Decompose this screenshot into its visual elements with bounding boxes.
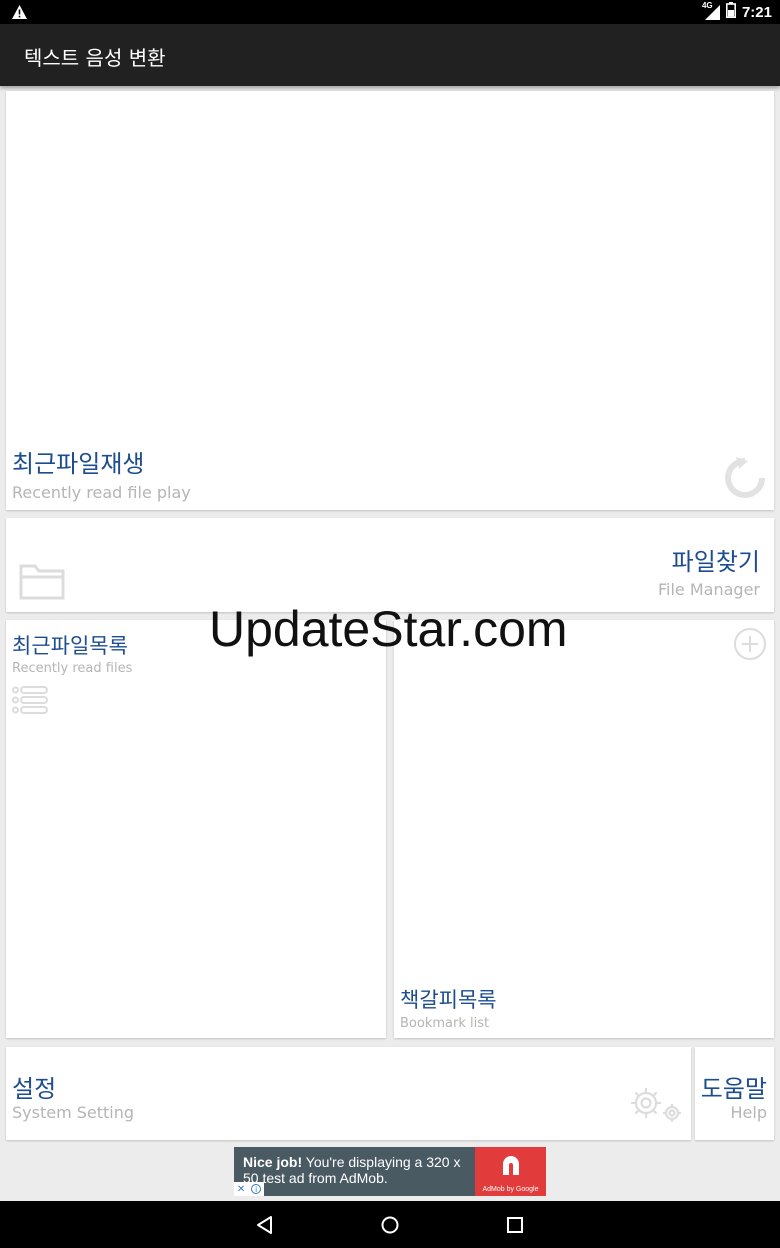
ad-message-bold: Nice job! [243,1154,303,1170]
battery-icon [725,2,736,22]
home-icon[interactable] [374,1209,406,1241]
ad-info-icon[interactable]: i [251,1184,262,1194]
recent-play-subtitle: Recently read file play [12,483,191,502]
list-icon [12,686,48,718]
recent-files-subtitle: Recently read files [12,661,133,676]
recent-files-title: 최근파일목록 [12,634,128,658]
status-bar: 4G 7:21 [0,0,780,24]
settings-card[interactable]: 설정 System Setting [6,1047,691,1140]
clock: 7:21 [741,3,772,21]
recent-play-card[interactable]: 최근파일재생 Recently read file play [6,91,774,510]
gear-icon [628,1085,686,1129]
ad-banner[interactable]: Nice job! You're displaying a 320 x 50 t… [234,1147,546,1196]
add-circle-icon[interactable] [733,627,767,665]
help-title: 도움말 [700,1075,767,1103]
recents-icon[interactable] [499,1209,531,1241]
ad-close-icon[interactable]: ✕ [237,1184,245,1195]
file-manager-title: 파일찾기 [671,548,760,576]
bookmarks-subtitle: Bookmark list [400,1016,490,1031]
recent-files-card[interactable]: 최근파일목록 Recently read files [6,620,386,1038]
file-manager-card[interactable]: 파일찾기 File Manager [6,518,774,612]
admob-logo-icon [499,1153,523,1181]
watermark-text: UpdateStar.com [209,601,568,657]
bookmarks-card[interactable]: 책갈피목록 Bookmark list [394,620,774,1038]
network-type: 4G [701,1,713,10]
file-manager-subtitle: File Manager [658,580,760,599]
back-icon[interactable] [249,1209,281,1241]
admob-logo: AdMob by Google [475,1147,546,1196]
navigation-bar [0,1201,780,1248]
help-subtitle: Help [730,1103,767,1122]
refresh-icon [722,455,768,505]
ad-message: Nice job! You're displaying a 320 x 50 t… [243,1154,475,1186]
settings-subtitle: System Setting [12,1103,135,1122]
help-card[interactable]: 도움말 Help [695,1047,774,1140]
settings-title: 설정 [12,1075,57,1103]
folder-icon [19,560,65,604]
bookmarks-title: 책갈피목록 [400,988,497,1012]
admob-brand: AdMob by Google [482,1186,539,1193]
cell-signal-icon: 4G [701,1,720,20]
ad-choices[interactable]: ✕ i [234,1182,264,1196]
warning-icon [12,4,27,23]
recent-play-title: 최근파일재생 [12,450,145,478]
app-bar: 텍스트 음성 변환 [0,24,780,86]
app-title: 텍스트 음성 변환 [24,46,166,70]
